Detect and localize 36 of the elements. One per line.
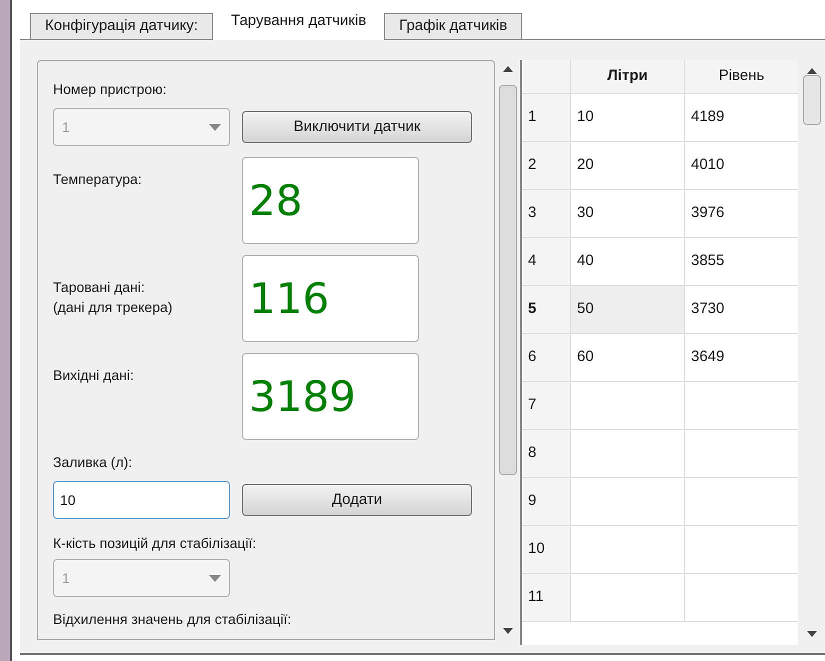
row-header[interactable]: 9 xyxy=(522,478,570,525)
dropdown-arrow-icon xyxy=(209,574,221,582)
scroll-down-icon[interactable] xyxy=(502,628,512,634)
row-header[interactable]: 6 xyxy=(522,334,570,381)
row-header[interactable]: 10 xyxy=(522,526,570,573)
readout-display: 3189 xyxy=(242,353,419,440)
row-header[interactable]: 5 xyxy=(522,286,570,333)
label: К-кість позицій для стабілізації: xyxy=(53,534,258,553)
label: (дані для трекера) xyxy=(53,298,174,317)
scrollbar-thumb[interactable] xyxy=(498,85,516,475)
button[interactable]: Додати xyxy=(242,484,472,516)
label: Вихідні дані: xyxy=(53,366,135,385)
row-header[interactable]: 11 xyxy=(522,574,570,621)
row-header[interactable]: 2 xyxy=(522,142,570,189)
label: Відхилення значень для стабілізації: xyxy=(53,610,292,629)
row-header[interactable]: 4 xyxy=(522,238,570,285)
dropdown-arrow-icon xyxy=(209,124,221,130)
row-header[interactable]: 7 xyxy=(522,382,570,429)
tab[interactable]: Конфігурація датчику: xyxy=(30,13,213,39)
row-header[interactable]: 3 xyxy=(522,190,570,237)
label: Номер пристрою: xyxy=(53,80,168,99)
input-field[interactable]: 10 xyxy=(53,481,230,519)
scroll-down-icon[interactable] xyxy=(806,631,816,637)
label: Таровані дані: xyxy=(53,278,146,297)
label: Заливка (л): xyxy=(53,453,134,472)
scrollbar-thumb[interactable] xyxy=(802,75,820,125)
readout-display: 28 xyxy=(242,157,419,244)
row-header[interactable]: 8 xyxy=(522,430,570,477)
tab[interactable]: Графік датчиків xyxy=(384,13,522,39)
column-header[interactable]: Літри xyxy=(570,60,684,93)
label: Температура: xyxy=(53,170,143,189)
readout-display: 116 xyxy=(242,255,419,342)
scroll-up-icon[interactable] xyxy=(502,66,512,72)
table-cell: 50 xyxy=(570,286,684,333)
button[interactable]: Виключити датчик xyxy=(242,111,472,143)
row-header[interactable]: 1 xyxy=(522,94,570,141)
